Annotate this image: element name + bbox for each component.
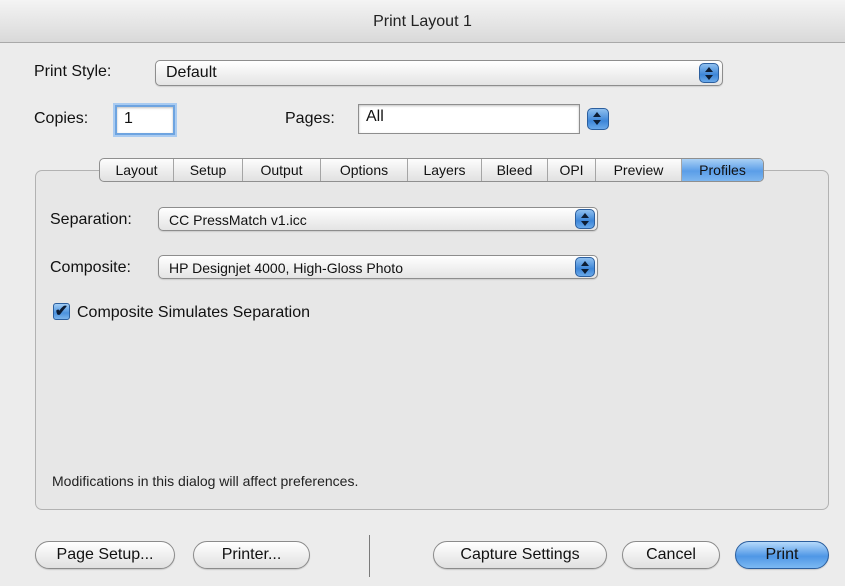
copies-input[interactable]: 1	[115, 105, 175, 135]
tab-layers[interactable]: Layers	[408, 159, 482, 181]
separation-stepper-icon	[575, 209, 595, 229]
copies-value: 1	[124, 110, 133, 127]
print-button[interactable]: Print	[735, 541, 829, 569]
printer-button[interactable]: Printer...	[193, 541, 310, 569]
tab-setup[interactable]: Setup	[174, 159, 243, 181]
print-style-popup[interactable]: Default	[155, 60, 723, 86]
composite-popup[interactable]: HP Designjet 4000, High-Gloss Photo	[158, 255, 598, 279]
composite-stepper-icon	[575, 257, 595, 277]
print-style-value: Default	[166, 64, 217, 81]
tab-opi[interactable]: OPI	[548, 159, 596, 181]
button-divider	[369, 535, 370, 577]
composite-simulates-label[interactable]: Composite Simulates Separation	[77, 304, 310, 322]
tab-profiles[interactable]: Profiles	[682, 159, 763, 181]
cancel-button[interactable]: Cancel	[622, 541, 720, 569]
print-style-stepper-icon	[699, 63, 719, 83]
tab-bar: Layout Setup Output Options Layers Bleed…	[99, 158, 764, 182]
separation-popup[interactable]: CC PressMatch v1.icc	[158, 207, 598, 231]
preferences-note: Modifications in this dialog will affect…	[52, 473, 359, 489]
capture-settings-button[interactable]: Capture Settings	[433, 541, 607, 569]
title-bar: Print Layout 1	[0, 0, 845, 43]
tab-bleed[interactable]: Bleed	[482, 159, 548, 181]
tab-output[interactable]: Output	[243, 159, 321, 181]
print-style-label: Print Style:	[34, 63, 112, 80]
page-setup-button[interactable]: Page Setup...	[35, 541, 175, 569]
tab-preview[interactable]: Preview	[596, 159, 682, 181]
copies-label: Copies:	[34, 110, 89, 127]
pages-label: Pages:	[285, 110, 335, 127]
window-title: Print Layout 1	[373, 13, 472, 30]
composite-value: HP Designjet 4000, High-Gloss Photo	[169, 260, 403, 276]
pages-input[interactable]: All	[358, 104, 580, 134]
composite-label: Composite:	[50, 259, 131, 276]
separation-label: Separation:	[50, 211, 132, 228]
separation-value: CC PressMatch v1.icc	[169, 212, 307, 228]
tab-layout[interactable]: Layout	[100, 159, 174, 181]
composite-simulates-checkbox[interactable]: ✔	[53, 303, 70, 320]
pages-stepper-icon[interactable]	[587, 108, 609, 130]
pages-value: All	[366, 108, 384, 125]
tab-options[interactable]: Options	[321, 159, 408, 181]
